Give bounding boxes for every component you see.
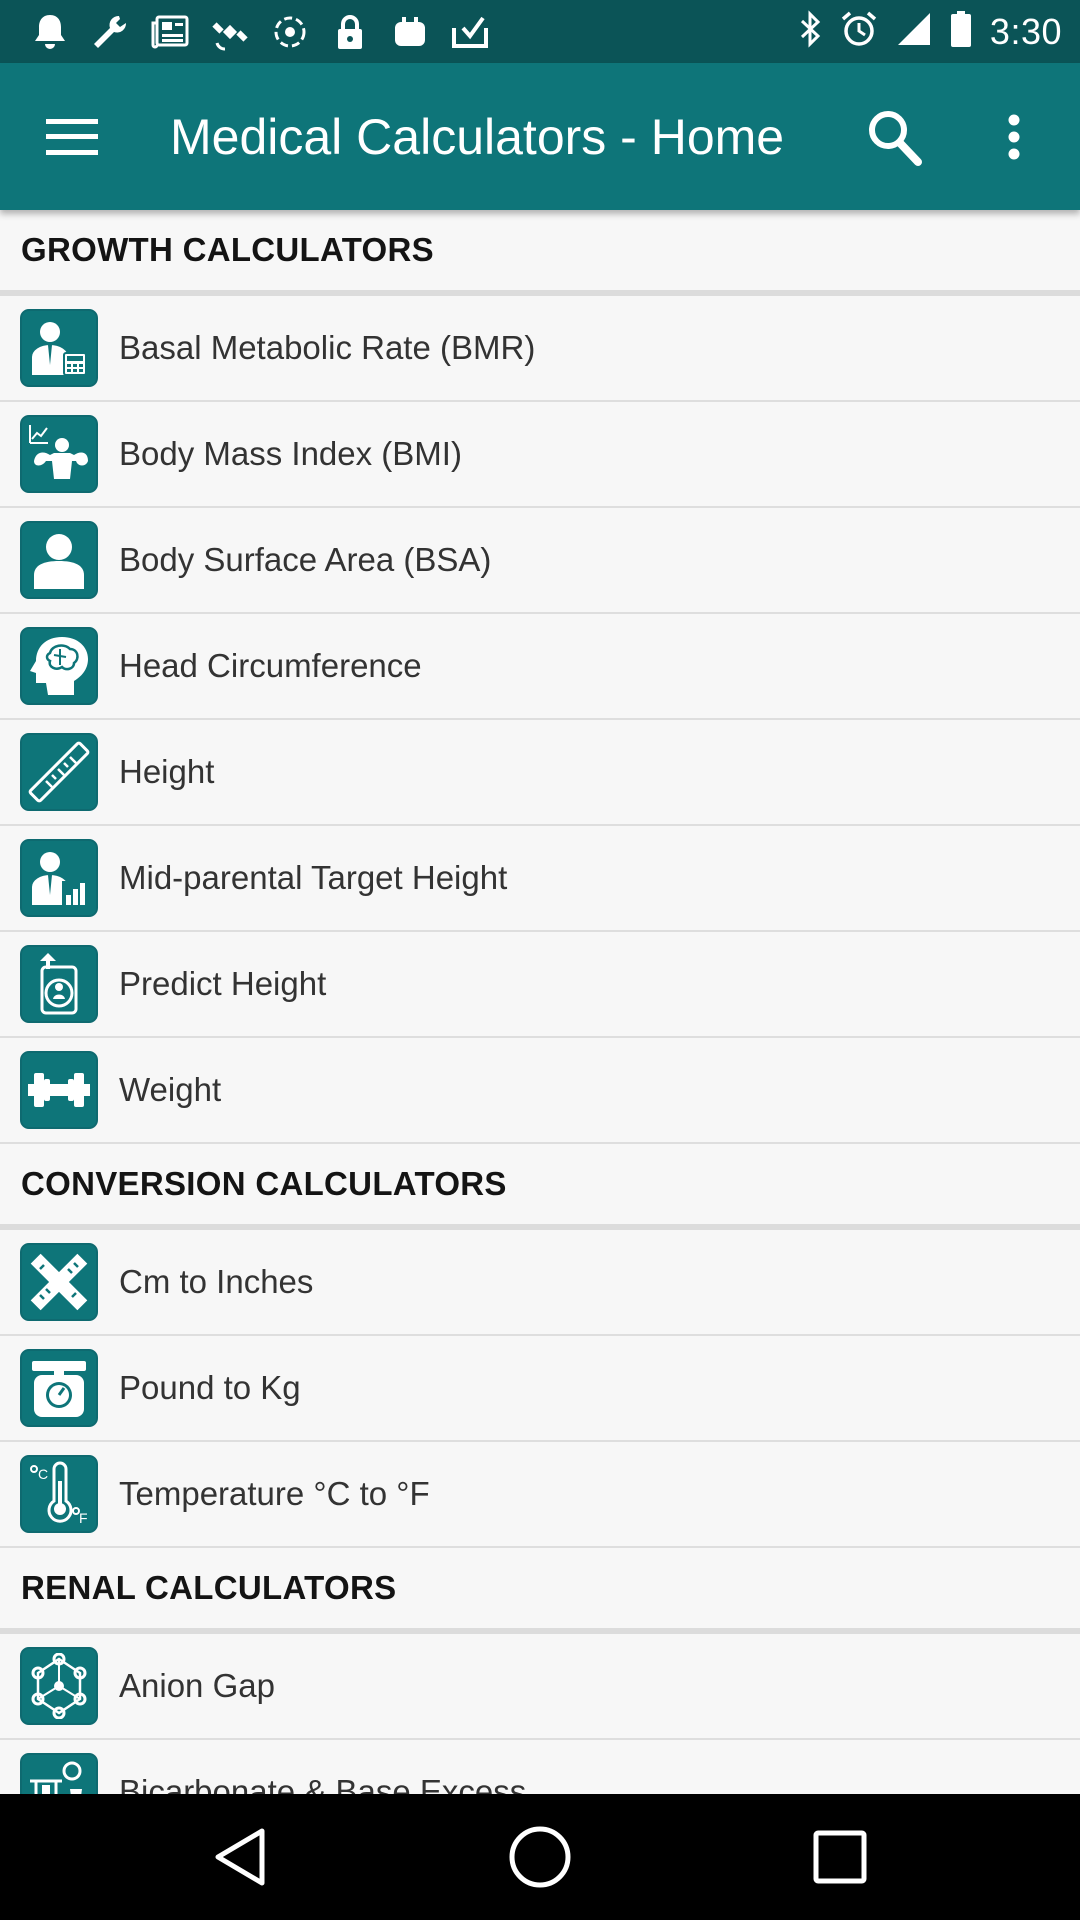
list-item-label: Head Circumference [119,647,422,684]
section-title: RENAL CALCULATORS [21,1569,397,1606]
calculator-list: GROWTH CALCULATORS Basal Metabolic Rate … [0,210,1080,1794]
list-item-head-circumference[interactable]: Head Circumference [0,614,1080,720]
person-calculator-icon [20,309,98,387]
newspaper-icon [150,12,190,52]
thermometer-icon: CF [20,1455,98,1533]
signal-icon [896,11,932,52]
list-item-cm-to-inches[interactable]: Cm to Inches [0,1230,1080,1336]
home-circle-icon[interactable] [480,1807,600,1907]
list-item-bicarbonate-base-excess[interactable]: Bicarbonate & Base Excess [0,1740,1080,1794]
list-item-bsa[interactable]: Body Surface Area (BSA) [0,508,1080,614]
list-item-label: Bicarbonate & Base Excess [119,1773,527,1794]
app-icon [390,12,430,52]
navigation-bar [0,1794,1080,1920]
list-item-predict-height[interactable]: Predict Height [0,932,1080,1038]
list-item-label: Mid-parental Target Height [119,859,508,896]
list-item-label: Body Surface Area (BSA) [119,541,492,578]
molecule-icon [20,1647,98,1725]
list-item-label: Weight [119,1071,222,1108]
list-item-bmi[interactable]: Body Mass Index (BMI) [0,402,1080,508]
list-item-pound-to-kg[interactable]: Pound to Kg [0,1336,1080,1442]
list-item-anion-gap[interactable]: Anion Gap [0,1634,1080,1740]
battery-icon [950,10,972,53]
list-item-bmr[interactable]: Basal Metabolic Rate (BMR) [0,296,1080,402]
lock-icon [330,12,370,52]
section-title: CONVERSION CALCULATORS [21,1165,507,1202]
section-header-conversion: CONVERSION CALCULATORS [0,1144,1080,1230]
section-header-growth: GROWTH CALCULATORS [0,210,1080,296]
muscle-chart-icon [20,415,98,493]
back-triangle-icon[interactable] [180,1807,300,1907]
weighing-scale-icon [20,1349,98,1427]
dumbbell-icon [20,1051,98,1129]
bluetooth-icon [798,10,822,53]
satellite-icon [210,12,250,52]
more-vert-icon[interactable] [954,77,1074,197]
download-icon [450,12,490,52]
list-item-label: Predict Height [119,965,327,1002]
list-item-label: Body Mass Index (BMI) [119,435,462,472]
section-title: GROWTH CALCULATORS [21,231,434,268]
list-item-label: Temperature °C to °F [119,1475,430,1512]
list-item-label: Basal Metabolic Rate (BMR) [119,329,536,366]
list-item-weight[interactable]: Weight [0,1038,1080,1144]
section-header-renal: RENAL CALCULATORS [0,1548,1080,1634]
list-item-label: Anion Gap [119,1667,275,1704]
notification-icon [30,12,70,52]
baby-arrow-icon [20,945,98,1023]
recents-square-icon[interactable] [780,1807,900,1907]
svg-text:C: C [38,1466,48,1482]
app-bar: Medical Calculators - Home [0,63,1080,210]
list-item-mid-parental-target-height[interactable]: Mid-parental Target Height [0,826,1080,932]
page-title: Medical Calculators - Home [170,108,785,165]
head-brain-icon [20,627,98,705]
list-item-label: Height [119,753,215,790]
sync-icon [270,12,310,52]
status-time: 3:30 [989,10,1062,52]
list-item-label: Cm to Inches [119,1263,314,1300]
svg-text:F: F [79,1510,88,1526]
hamburger-menu-icon[interactable] [12,77,132,197]
list-item-label: Pound to Kg [119,1369,301,1406]
person-icon [20,521,98,599]
list-item-temperature[interactable]: CF Temperature °C to °F [0,1442,1080,1548]
list-item-height[interactable]: Height [0,720,1080,826]
crossed-rulers-icon [20,1243,98,1321]
search-icon[interactable] [834,77,954,197]
lab-equipment-icon [20,1753,98,1794]
person-bars-icon [20,839,98,917]
alarm-icon [840,10,878,53]
wrench-icon [90,12,130,52]
ruler-icon [20,733,98,811]
status-bar: 3:30 [0,0,1080,63]
